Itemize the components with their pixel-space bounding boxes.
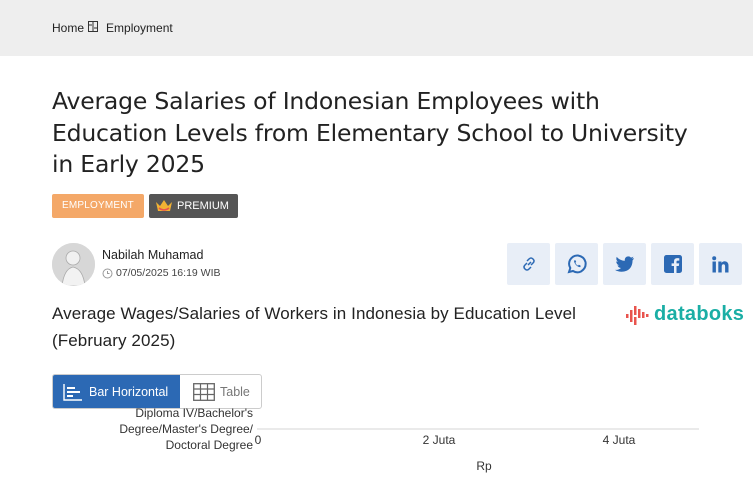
tab-table-label: Table — [220, 384, 250, 399]
breadcrumb-bar: Home Employment — [0, 0, 753, 56]
tab-bar-label: Bar Horizontal — [89, 384, 169, 399]
databoks-logo-mark — [626, 305, 649, 325]
premium-label: PREMIUM — [177, 200, 229, 212]
copy-link-button[interactable] — [507, 243, 550, 285]
clock-icon — [102, 268, 113, 278]
category-label: Diploma IV/Bachelor's Degree/Master's Deg… — [119, 406, 253, 452]
chart-view-tabs: Bar Horizontal Table — [52, 374, 262, 409]
x-tick-label: 4 Juta — [603, 433, 636, 447]
x-tick-label: 0 — [255, 433, 262, 447]
breadcrumb-current[interactable]: Employment — [106, 21, 173, 35]
share-linkedin-button[interactable] — [699, 243, 742, 285]
databoks-logo[interactable]: databoks — [625, 303, 744, 326]
crown-icon — [156, 200, 172, 211]
publish-date-text: 07/05/2025 16:19 WIB — [116, 267, 221, 279]
category-badge[interactable]: EMPLOYMENT — [52, 194, 144, 218]
tab-table[interactable]: Table — [183, 375, 261, 408]
link-icon — [522, 257, 535, 271]
publish-date: 07/05/2025 16:19 WIB — [102, 267, 221, 279]
premium-badge: PREMIUM — [149, 194, 238, 218]
breadcrumb-home-link[interactable]: Home — [52, 21, 84, 35]
bar-chart: Diploma IV/Bachelor's Degree/Master's Deg… — [119, 406, 699, 473]
author-name[interactable]: Nabilah Muhamad — [102, 248, 203, 262]
x-axis-label: Rp — [476, 459, 492, 473]
share-facebook-button[interactable] — [651, 243, 694, 285]
facebook-icon — [663, 255, 682, 273]
page-title: Average Salaries of Indonesian Employees… — [52, 87, 688, 178]
databoks-logo-text: databoks — [654, 303, 745, 325]
share-whatsapp-button[interactable] — [555, 243, 598, 285]
whatsapp-icon — [566, 254, 587, 274]
bar-chart-icon — [63, 383, 82, 401]
breadcrumb: Home Employment — [52, 20, 173, 35]
author-avatar[interactable] — [52, 243, 95, 286]
linkedin-icon — [712, 255, 729, 272]
share-twitter-button[interactable] — [603, 243, 646, 285]
category-label-line: Doctoral Degree — [166, 438, 254, 452]
table-icon — [193, 382, 215, 401]
x-tick-label: 2 Juta — [423, 433, 456, 447]
category-label-line: Degree/Master's Degree/ — [119, 422, 253, 436]
breadcrumb-separator-icon — [88, 20, 99, 32]
tab-bar-horizontal[interactable]: Bar Horizontal — [53, 375, 180, 408]
chart-title: Average Wages/Salaries of Workers in Ind… — [52, 304, 577, 350]
twitter-icon — [614, 255, 634, 272]
category-label-line: Diploma IV/Bachelor's — [135, 406, 253, 420]
